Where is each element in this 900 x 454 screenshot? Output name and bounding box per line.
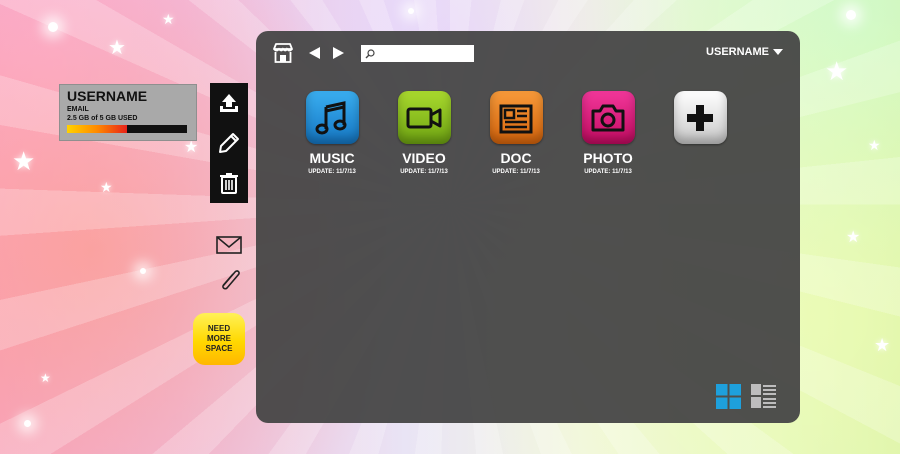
app-update-date: UPDATE: 11/7/13 bbox=[400, 169, 448, 175]
star-decoration: ★ bbox=[40, 371, 51, 385]
app-grid: MUSIC UPDATE: 11/7/13 VIDEO UPDATE: 11/7… bbox=[286, 91, 746, 175]
sparkle-decoration bbox=[408, 8, 414, 14]
star-decoration: ★ bbox=[100, 179, 113, 195]
delete-button[interactable] bbox=[210, 163, 248, 203]
list-view-icon[interactable] bbox=[751, 384, 776, 409]
paperclip-icon bbox=[222, 270, 240, 290]
user-storage-card: USERNAME EMAIL 2.5 GB of 5 GB USED bbox=[59, 84, 197, 141]
mail-button[interactable] bbox=[215, 233, 243, 257]
document-icon bbox=[499, 104, 533, 133]
app-tile-doc bbox=[489, 91, 543, 144]
store-icon[interactable] bbox=[272, 42, 294, 64]
mail-icon bbox=[216, 236, 242, 254]
star-decoration: ★ bbox=[825, 56, 849, 86]
app-tile-photo bbox=[581, 91, 635, 144]
sparkle-decoration bbox=[846, 10, 856, 20]
grid-view-icon[interactable] bbox=[716, 384, 741, 409]
main-panel: USERNAME MUSIC UPDATE: 11/7/13 VIDEO UPD… bbox=[256, 31, 800, 423]
search-icon bbox=[365, 48, 375, 58]
storage-progress-fill bbox=[67, 125, 127, 133]
user-email: EMAIL bbox=[67, 106, 89, 113]
star-decoration: ★ bbox=[846, 229, 861, 246]
user-menu-label: USERNAME bbox=[706, 46, 769, 58]
chevron-down-icon bbox=[773, 49, 783, 55]
star-decoration: ★ bbox=[874, 335, 891, 355]
forward-arrow-icon[interactable] bbox=[332, 46, 345, 60]
app-photo[interactable]: PHOTO UPDATE: 11/7/13 bbox=[562, 91, 654, 175]
sparkle-decoration bbox=[24, 420, 31, 427]
star-decoration: ★ bbox=[184, 139, 199, 156]
app-music[interactable]: MUSIC UPDATE: 11/7/13 bbox=[286, 91, 378, 175]
panel-topbar: USERNAME bbox=[256, 31, 800, 75]
upload-button[interactable] bbox=[210, 83, 248, 123]
storage-usage-text: 2.5 GB of 5 GB USED bbox=[67, 115, 138, 122]
app-doc[interactable]: DOC UPDATE: 11/7/13 bbox=[470, 91, 562, 175]
storage-progress-bar bbox=[67, 125, 187, 133]
search-box bbox=[361, 45, 474, 62]
attach-button[interactable] bbox=[215, 266, 243, 290]
trash-icon bbox=[220, 173, 238, 194]
need-more-space-button[interactable]: NEED MORE SPACE bbox=[193, 313, 245, 365]
app-tile-music bbox=[305, 91, 359, 144]
back-arrow-icon[interactable] bbox=[308, 46, 321, 60]
pencil-icon bbox=[219, 133, 239, 153]
app-label: DOC bbox=[500, 150, 532, 166]
app-label: PHOTO bbox=[583, 150, 633, 166]
user-menu[interactable]: USERNAME bbox=[706, 46, 783, 58]
music-note-icon bbox=[315, 100, 347, 134]
search-input[interactable] bbox=[377, 46, 469, 61]
view-toggle bbox=[716, 384, 776, 409]
app-video[interactable]: VIDEO UPDATE: 11/7/13 bbox=[378, 91, 470, 175]
plus-icon bbox=[687, 104, 713, 131]
star-decoration: ★ bbox=[162, 11, 175, 27]
app-update-date: UPDATE: 11/7/13 bbox=[492, 169, 540, 175]
sparkle-decoration bbox=[48, 22, 58, 32]
app-label: VIDEO bbox=[402, 150, 446, 166]
video-camera-icon bbox=[406, 107, 442, 128]
side-toolbar bbox=[210, 83, 248, 203]
star-decoration: ★ bbox=[108, 37, 126, 59]
star-decoration: ★ bbox=[868, 137, 881, 153]
app-update-date: UPDATE: 11/7/13 bbox=[584, 169, 632, 175]
camera-icon bbox=[591, 104, 625, 131]
user-name: USERNAME bbox=[67, 88, 148, 104]
app-tile-video bbox=[397, 91, 451, 144]
upload-icon bbox=[220, 94, 238, 112]
app-label: MUSIC bbox=[309, 150, 355, 166]
app-update-date: UPDATE: 11/7/13 bbox=[308, 169, 356, 175]
add-app-button[interactable] bbox=[654, 91, 746, 175]
app-tile-add bbox=[673, 91, 727, 144]
edit-button[interactable] bbox=[210, 123, 248, 163]
star-decoration: ★ bbox=[12, 146, 36, 176]
sparkle-decoration bbox=[140, 268, 146, 274]
